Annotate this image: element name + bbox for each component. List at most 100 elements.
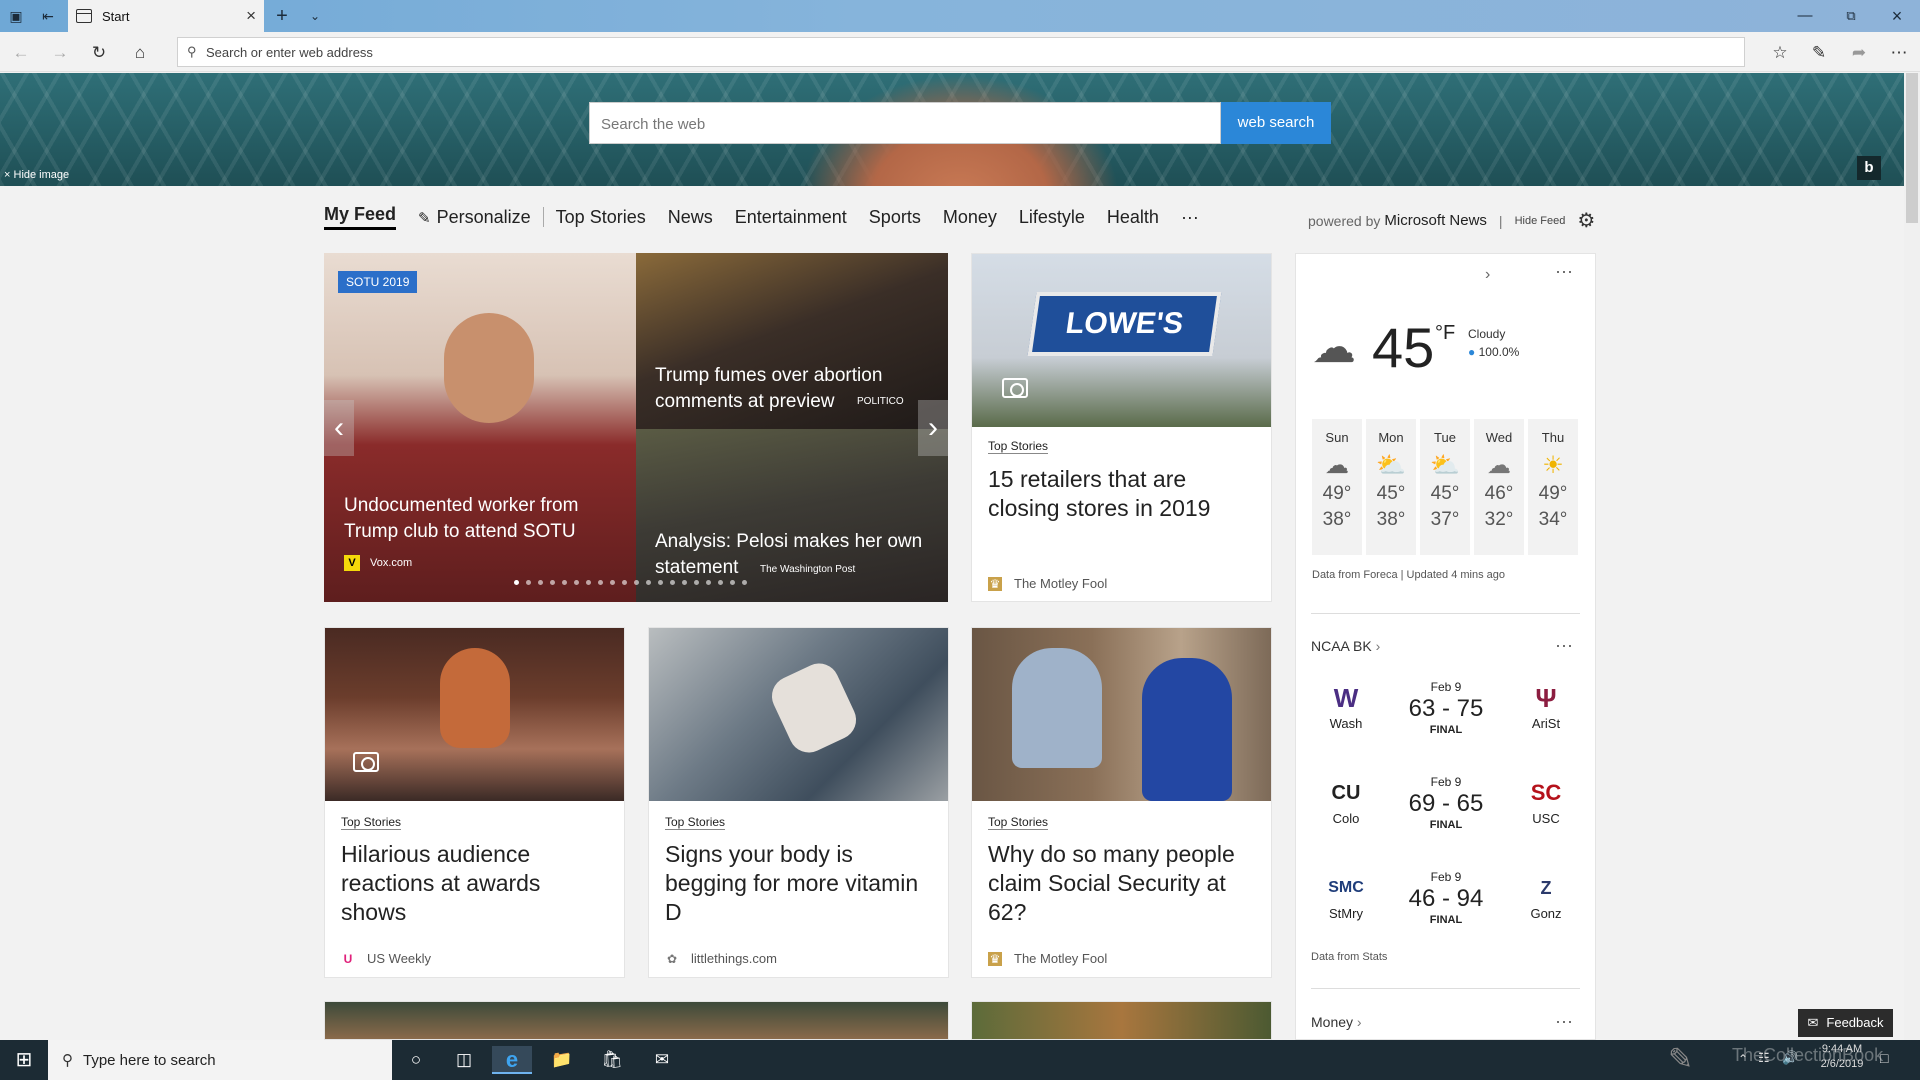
- home-icon[interactable]: ⌂: [129, 42, 151, 64]
- forecast-day[interactable]: Wed ☁ 46° 32°: [1474, 419, 1524, 555]
- carousel-dot[interactable]: [550, 580, 555, 585]
- windows-start-icon[interactable]: ⊞: [4, 1046, 44, 1074]
- notifications-icon[interactable]: □: [1880, 1050, 1888, 1066]
- carousel-main-title[interactable]: Undocumented worker from Trump club to a…: [344, 493, 624, 545]
- forecast-day[interactable]: Thu ☀ 49° 34°: [1528, 419, 1578, 555]
- more-icon[interactable]: ⋯: [1888, 42, 1910, 64]
- carousel-dot[interactable]: [574, 580, 579, 585]
- chevron-right-icon[interactable]: ›: [1485, 266, 1490, 284]
- bing-logo[interactable]: b: [1857, 156, 1881, 180]
- carousel-prev-button[interactable]: ‹: [324, 400, 354, 456]
- news-card[interactable]: Top Stories Hilarious audience reactions…: [324, 627, 625, 978]
- card-title[interactable]: Hilarious audience reactions at awards s…: [341, 840, 610, 927]
- sports-footer[interactable]: Data from Stats: [1311, 951, 1387, 963]
- forward-icon[interactable]: →: [49, 42, 71, 64]
- store-icon[interactable]: 🛍: [592, 1046, 632, 1074]
- carousel-dot[interactable]: [742, 580, 747, 585]
- tab-money[interactable]: Money: [943, 207, 997, 228]
- hide-image-link[interactable]: × Hide image: [4, 169, 69, 181]
- carousel-dot[interactable]: [682, 580, 687, 585]
- game-row[interactable]: CU Colo Feb 9 69 - 65 FINAL SC USC: [1311, 775, 1581, 855]
- carousel-dot[interactable]: [598, 580, 603, 585]
- game-row[interactable]: SMC StMry Feb 9 46 - 94 FINAL Z Gonz: [1311, 870, 1581, 950]
- share-icon[interactable]: ➦: [1848, 42, 1870, 64]
- news-card[interactable]: LOWE'S Top Stories 15 retailers that are…: [971, 253, 1272, 602]
- tab-health[interactable]: Health: [1107, 207, 1159, 228]
- carousel-next-button[interactable]: ›: [918, 400, 948, 456]
- game-row[interactable]: W Wash Feb 9 63 - 75 FINAL Ψ AriSt: [1311, 680, 1581, 760]
- temp-unit[interactable]: °F: [1435, 322, 1455, 345]
- forecast-day[interactable]: Tue ⛅ 45° 37°: [1420, 419, 1470, 555]
- card-category[interactable]: Top Stories: [988, 815, 1049, 830]
- more-icon[interactable]: ⋯: [1555, 262, 1574, 283]
- tab-start[interactable]: Start ×: [68, 0, 264, 32]
- news-card[interactable]: Top Stories Signs your body is begging f…: [648, 627, 949, 978]
- file-explorer-icon[interactable]: 📁: [542, 1046, 582, 1074]
- clock[interactable]: 9:44 AM 2/6/2019: [1812, 1043, 1872, 1070]
- tab-lifestyle[interactable]: Lifestyle: [1019, 207, 1085, 228]
- favorites-icon[interactable]: ☆: [1769, 42, 1791, 64]
- minimize-icon[interactable]: —: [1782, 0, 1828, 32]
- hero-carousel[interactable]: SOTU 2019 Undocumented worker from Trump…: [324, 253, 948, 602]
- carousel-dot[interactable]: [694, 580, 699, 585]
- more-icon[interactable]: ⋯: [1555, 636, 1574, 657]
- tab-personalize[interactable]: ✎ Personalize: [418, 207, 531, 228]
- story-title[interactable]: Trump fumes over abortion comments at pr…: [655, 363, 915, 415]
- carousel-dot[interactable]: [562, 580, 567, 585]
- carousel-story-top-right[interactable]: Trump fumes over abortion comments at pr…: [636, 253, 948, 429]
- carousel-dot[interactable]: [586, 580, 591, 585]
- carousel-dot[interactable]: [514, 580, 519, 585]
- web-search-button[interactable]: web search: [1221, 102, 1331, 144]
- card-title[interactable]: Why do so many people claim Social Secur…: [988, 840, 1257, 927]
- carousel-dot[interactable]: [610, 580, 615, 585]
- tab-sports[interactable]: Sports: [869, 207, 921, 228]
- scrollbar-thumb[interactable]: [1906, 73, 1918, 223]
- sports-title[interactable]: NCAA BK ›: [1311, 638, 1380, 654]
- tab-manager-icon[interactable]: ▣: [6, 6, 26, 26]
- pen-icon[interactable]: ✎: [1808, 42, 1830, 64]
- tab-my-feed[interactable]: My Feed: [324, 204, 397, 230]
- settings-gear-icon[interactable]: ⚙: [1577, 208, 1595, 233]
- carousel-dot[interactable]: [622, 580, 627, 585]
- carousel-dot[interactable]: [730, 580, 735, 585]
- card-category[interactable]: Top Stories: [988, 439, 1049, 454]
- more-icon[interactable]: ⋯: [1555, 1012, 1574, 1033]
- tray-arrow-icon[interactable]: ⌃: [1738, 1052, 1748, 1066]
- news-card[interactable]: [324, 1001, 949, 1040]
- feedback-button[interactable]: ✉ Feedback: [1798, 1009, 1893, 1037]
- task-view-icon[interactable]: ◫: [444, 1046, 484, 1074]
- carousel-dot[interactable]: [634, 580, 639, 585]
- set-aside-tabs-icon[interactable]: ⇤: [38, 6, 58, 26]
- more-tabs-button[interactable]: ···: [1181, 207, 1199, 228]
- news-card[interactable]: Top Stories Why do so many people claim …: [971, 627, 1272, 978]
- chevron-down-icon[interactable]: ⌄: [305, 6, 325, 26]
- hide-feed-link[interactable]: Hide Feed: [1515, 215, 1566, 227]
- card-title[interactable]: 15 retailers that are closing stores in …: [988, 465, 1257, 523]
- card-title[interactable]: Signs your body is begging for more vita…: [665, 840, 934, 927]
- carousel-dot[interactable]: [718, 580, 723, 585]
- carousel-dot[interactable]: [538, 580, 543, 585]
- weather-footer[interactable]: Data from Foreca | Updated 4 mins ago: [1312, 569, 1505, 581]
- card-category[interactable]: Top Stories: [665, 815, 726, 830]
- back-icon[interactable]: ←: [10, 42, 32, 64]
- mail-icon[interactable]: ✉: [642, 1046, 682, 1074]
- network-icon[interactable]: ☷: [1758, 1050, 1770, 1066]
- close-tab-icon[interactable]: ×: [246, 6, 256, 26]
- carousel-dot[interactable]: [526, 580, 531, 585]
- taskbar-search[interactable]: ⚲ Type here to search: [48, 1040, 392, 1080]
- carousel-dot[interactable]: [706, 580, 711, 585]
- cortana-icon[interactable]: ○: [396, 1046, 436, 1074]
- carousel-dot[interactable]: [646, 580, 651, 585]
- carousel-dot[interactable]: [658, 580, 663, 585]
- carousel-dot[interactable]: [670, 580, 675, 585]
- tab-entertainment[interactable]: Entertainment: [735, 207, 847, 228]
- edge-icon[interactable]: e: [492, 1046, 532, 1074]
- forecast-day[interactable]: Sun ☁ 49° 38°: [1312, 419, 1362, 555]
- volume-icon[interactable]: 🔊: [1782, 1050, 1798, 1066]
- carousel-pager[interactable]: [514, 580, 754, 585]
- news-card[interactable]: [971, 1001, 1272, 1040]
- close-window-icon[interactable]: ×: [1874, 0, 1920, 32]
- money-title[interactable]: Money ›: [1311, 1014, 1362, 1030]
- web-search-input[interactable]: Search the web: [589, 102, 1221, 144]
- card-category[interactable]: Top Stories: [341, 815, 402, 830]
